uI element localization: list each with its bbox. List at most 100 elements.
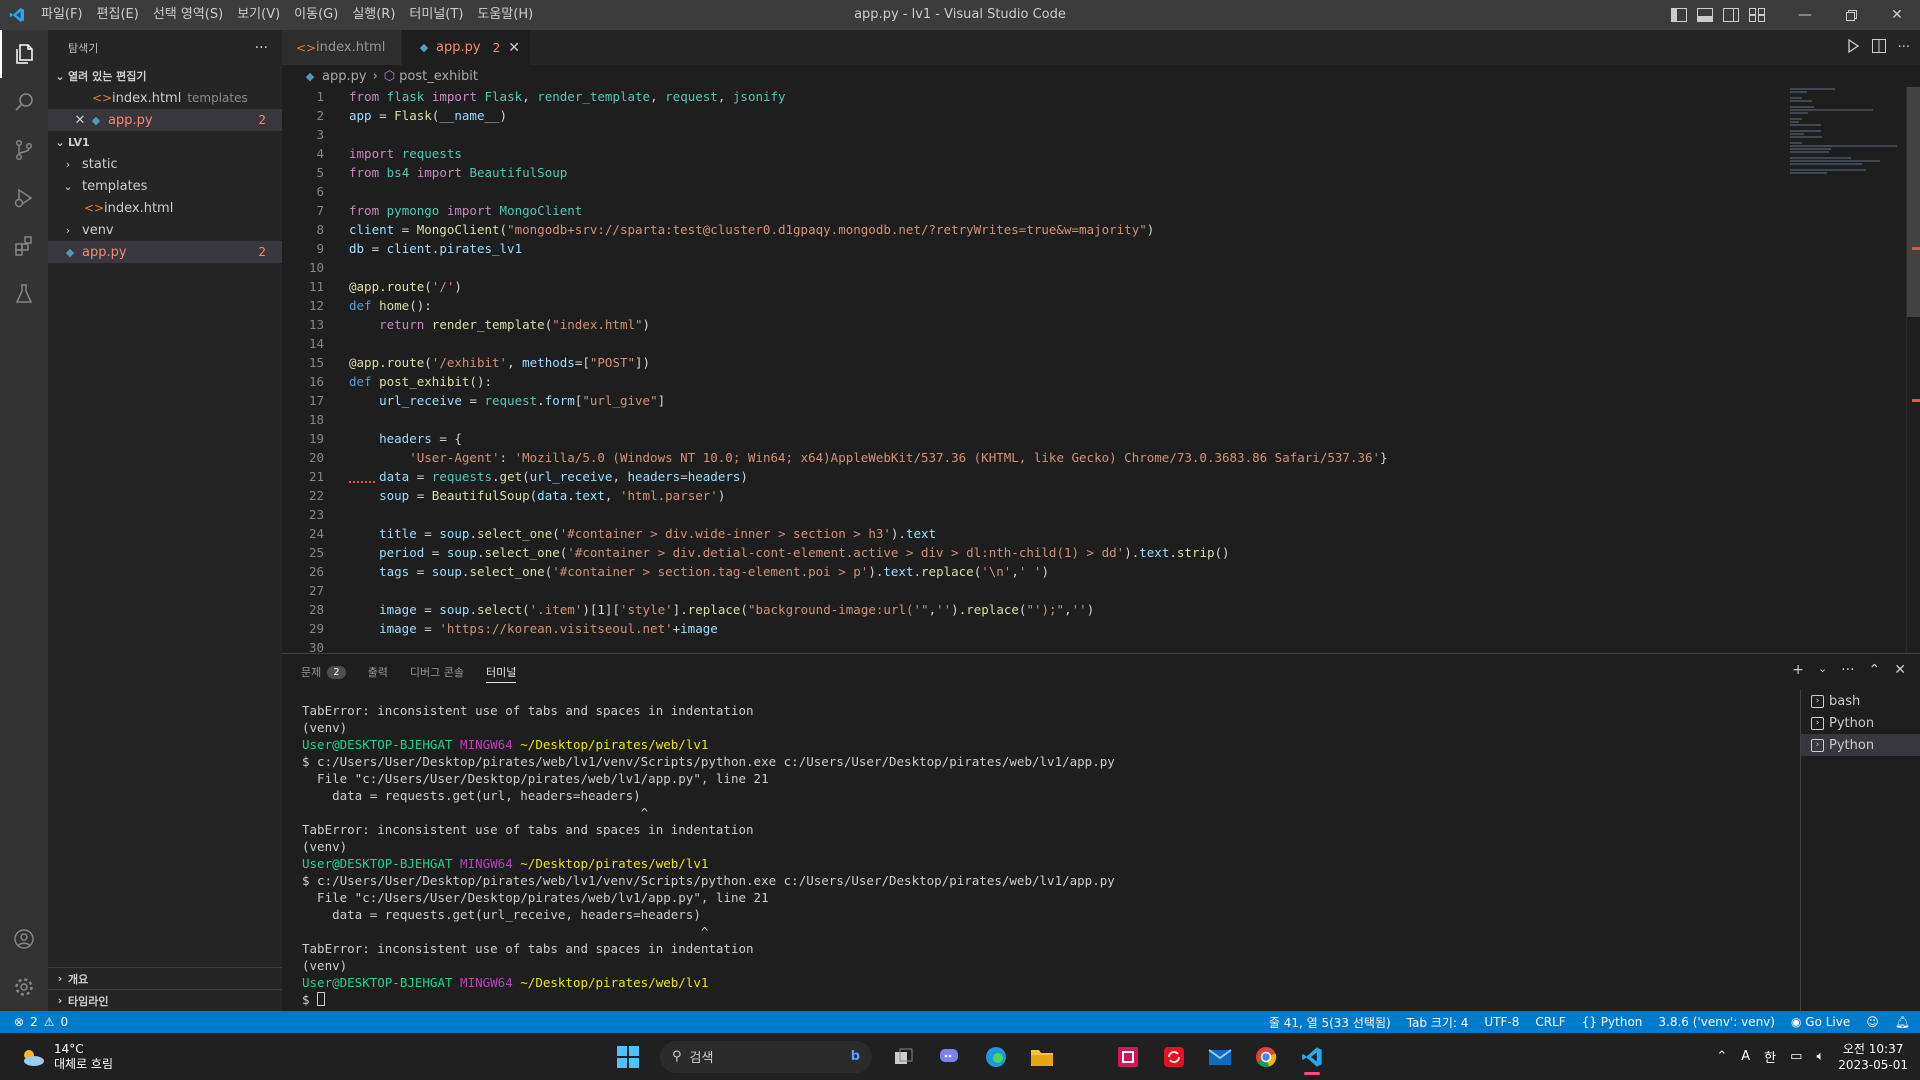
mail-icon[interactable] (1202, 1039, 1238, 1075)
code-line[interactable]: 17 url_receive = request.form["url_give"… (282, 391, 1920, 410)
eol-setting[interactable]: CRLF (1535, 1015, 1565, 1029)
editor-more-actions-icon[interactable]: ··· (1898, 40, 1910, 55)
code-line[interactable]: 9 db = client.pirates_lv1 (282, 239, 1920, 258)
editor-scrollbar[interactable] (1906, 87, 1920, 653)
sync-app-icon[interactable] (1156, 1039, 1192, 1075)
code-text[interactable]: url_receive = request.form["url_give"] (324, 391, 665, 410)
ime-mode[interactable]: A (1741, 1049, 1750, 1064)
code-line[interactable]: 20 'User-Agent': 'Mozilla/5.0 (Windows N… (282, 448, 1920, 467)
close-window-button[interactable]: ✕ (1874, 0, 1920, 30)
terminal-dropdown-icon[interactable]: ⌄ (1818, 662, 1827, 678)
code-text[interactable]: image = soup.select('.item')[1]['style']… (324, 600, 1094, 619)
code-line[interactable]: 27 (282, 581, 1920, 600)
open-editor-app-py[interactable]: ✕ ◆ app.py 2 (48, 109, 282, 131)
terminal-item-python-active[interactable]: › Python (1801, 734, 1920, 756)
code-text[interactable]: image = 'https://korean.visitseoul.net'+… (324, 619, 718, 638)
terminal-output[interactable]: TabError: inconsistent use of tabs and s… (302, 702, 1702, 1008)
close-panel-icon[interactable]: ✕ (1894, 662, 1906, 678)
feedback-icon[interactable]: ☺ (1866, 1015, 1879, 1029)
code-text[interactable]: db = client.pirates_lv1 (324, 239, 522, 258)
source-control-icon[interactable] (0, 126, 48, 174)
extensions-icon[interactable] (0, 222, 48, 270)
scrollbar-thumb[interactable] (1907, 87, 1920, 317)
code-text[interactable]: from flask import Flask, render_template… (324, 87, 786, 106)
menu-item[interactable]: 편집(E) (90, 0, 146, 30)
open-editors-header[interactable]: ⌄ 열려 있는 편집기 (48, 65, 282, 87)
show-hidden-icons-chevron-icon[interactable]: ⌃ (1716, 1049, 1727, 1064)
code-text[interactable] (324, 638, 349, 653)
code-line[interactable]: 21 data = requests.get(url_receive, head… (282, 467, 1920, 486)
more-actions-icon[interactable]: ··· (255, 40, 268, 56)
python-interpreter[interactable]: 3.8.6 ('venv': venv) (1658, 1015, 1775, 1029)
minimize-button[interactable]: — (1782, 0, 1828, 30)
edge-browser-icon[interactable] (978, 1039, 1014, 1075)
terminal-item-bash[interactable]: › bash (1801, 690, 1920, 712)
code-line[interactable]: 30 (282, 638, 1920, 653)
code-text[interactable]: @app.route('/') (324, 277, 462, 296)
breadcrumb-symbol[interactable]: post_exhibit (399, 69, 478, 84)
folder-templates[interactable]: ⌄ templates (48, 175, 282, 197)
menu-item[interactable]: 도움말(H) (470, 0, 540, 30)
timeline-header[interactable]: › 타임라인 (48, 989, 282, 1011)
code-text[interactable]: from bs4 import BeautifulSoup (324, 163, 567, 182)
toggle-panel-icon[interactable] (1694, 4, 1716, 26)
code-text[interactable] (324, 410, 349, 429)
outline-header[interactable]: › 개요 (48, 967, 282, 989)
menu-item[interactable]: 실행(R) (345, 0, 402, 30)
code-editor[interactable]: 1 from flask import Flask, render_templat… (282, 87, 1920, 653)
vscode-taskbar-icon[interactable] (1294, 1039, 1330, 1075)
split-editor-icon[interactable] (1871, 38, 1886, 57)
settings-gear-icon[interactable] (0, 963, 48, 1011)
file-app-py[interactable]: ◆ app.py 2 (48, 241, 282, 263)
teams-chat-icon[interactable] (932, 1039, 968, 1075)
tab-output[interactable]: 출력 (368, 654, 388, 690)
code-line[interactable]: 24 title = soup.select_one('#container >… (282, 524, 1920, 543)
close-editor-icon[interactable]: ✕ (72, 113, 88, 128)
code-text[interactable]: def home(): (324, 296, 432, 315)
code-line[interactable]: 22 soup = BeautifulSoup(data.text, 'html… (282, 486, 1920, 505)
tab-index-html[interactable]: <> index.html (282, 30, 402, 65)
minimap[interactable] (1790, 87, 1900, 207)
code-line[interactable]: 18 (282, 410, 1920, 429)
menu-item[interactable]: 선택 영역(S) (146, 0, 230, 30)
menu-item[interactable]: 터미널(T) (402, 0, 470, 30)
code-text[interactable]: from pymongo import MongoClient (324, 201, 582, 220)
task-view-icon[interactable] (886, 1039, 922, 1075)
run-debug-icon[interactable] (0, 174, 48, 222)
go-live-button[interactable]: ◉ Go Live (1791, 1015, 1850, 1029)
code-text[interactable]: def post_exhibit(): (324, 372, 492, 391)
code-text[interactable]: title = soup.select_one('#container > di… (324, 524, 936, 543)
code-text[interactable]: @app.route('/exhibit', methods=["POST"]) (324, 353, 650, 372)
testing-flask-icon[interactable] (0, 270, 48, 318)
toggle-sidebar-icon[interactable] (1668, 4, 1690, 26)
code-text[interactable] (324, 182, 349, 201)
code-text[interactable] (324, 334, 349, 353)
tab-terminal[interactable]: 터미널 (485, 661, 517, 683)
folder-venv[interactable]: › venv (48, 219, 282, 241)
code-line[interactable]: 2 app = Flask(__name__) (282, 106, 1920, 125)
search-icon[interactable] (0, 78, 48, 126)
code-text[interactable]: period = soup.select_one('#container > d… (324, 543, 1229, 562)
code-text[interactable] (324, 581, 349, 600)
code-line[interactable]: 14 (282, 334, 1920, 353)
menu-item[interactable]: 보기(V) (230, 0, 287, 30)
code-line[interactable]: 25 period = soup.select_one('#container … (282, 543, 1920, 562)
open-editor-index-html[interactable]: <> index.html templates (48, 87, 282, 109)
code-line[interactable]: 7 from pymongo import MongoClient (282, 201, 1920, 220)
folder-static[interactable]: › static (48, 153, 282, 175)
file-index-html[interactable]: <> index.html (48, 197, 282, 219)
volume-icon[interactable]: 🔈︎ (1816, 1049, 1824, 1064)
code-line[interactable]: 19 headers = { (282, 429, 1920, 448)
tab-debug-console[interactable]: 디버그 콘솔 (410, 654, 464, 690)
chrome-browser-icon[interactable] (1248, 1039, 1284, 1075)
code-line[interactable]: 8 client = MongoClient("mongodb+srv://spa… (282, 220, 1920, 239)
code-text[interactable]: tags = soup.select_one('#container > sec… (324, 562, 1049, 581)
maximize-panel-icon[interactable]: ⌃ (1869, 662, 1881, 678)
terminal-item-python[interactable]: › Python (1801, 712, 1920, 734)
code-text[interactable]: 'User-Agent': 'Mozilla/5.0 (Windows NT 1… (324, 448, 1387, 467)
code-text[interactable]: data = requests.get(url_receive, headers… (324, 467, 748, 486)
network-monitor-icon[interactable]: ▭ (1790, 1049, 1802, 1064)
code-line[interactable]: 13 return render_template("index.html") (282, 315, 1920, 334)
language-mode[interactable]: {} Python (1582, 1015, 1643, 1029)
notifications-bell-icon[interactable]: 🔔︎ (1895, 1015, 1910, 1029)
